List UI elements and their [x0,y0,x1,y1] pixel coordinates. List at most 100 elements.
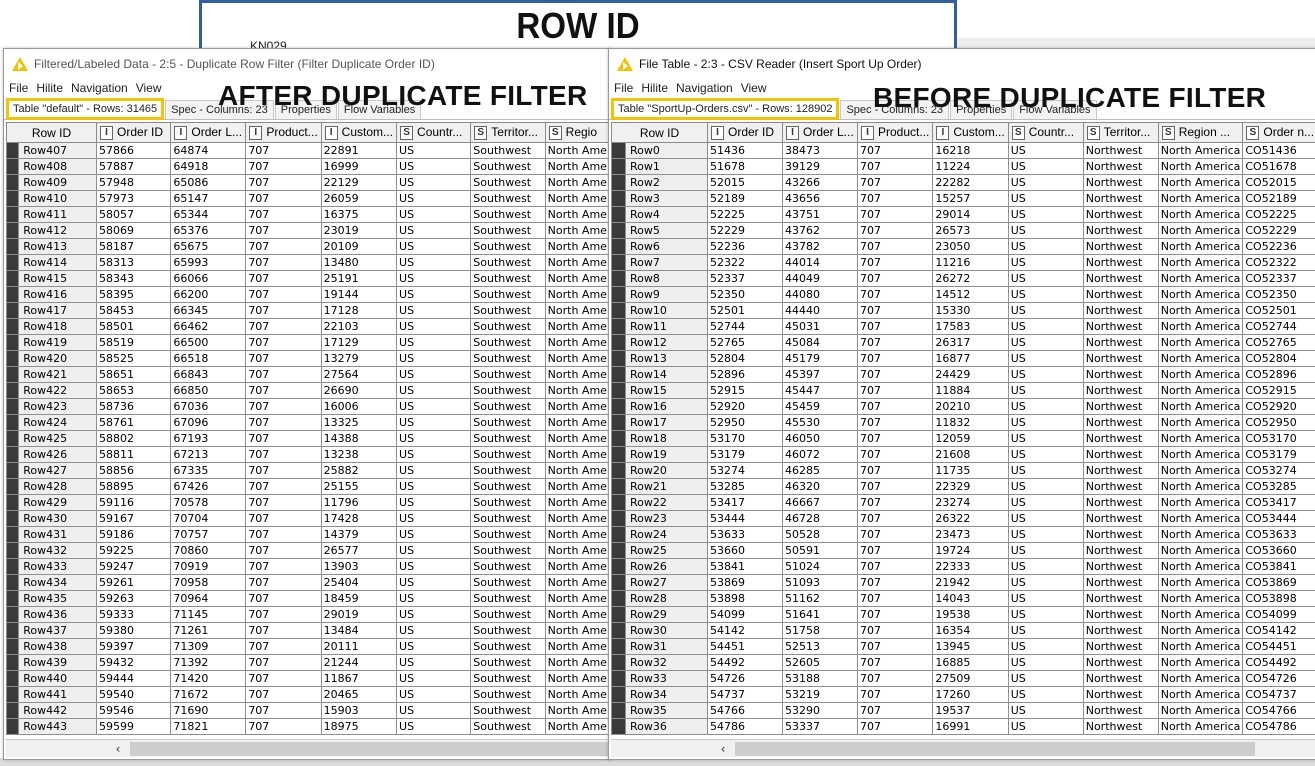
table-cell[interactable]: Northwest [1082,414,1159,431]
table-cell[interactable]: 707 [245,494,322,511]
table-cell[interactable]: 46667 [782,494,858,511]
table-cell[interactable]: 46050 [782,430,858,447]
row-id-cell[interactable]: Row415 [18,270,98,287]
table-cell[interactable]: US [1007,222,1084,239]
table-cell[interactable]: North Ame [544,542,610,559]
table-cell[interactable]: North Ame [544,334,610,351]
table-cell[interactable]: US [1007,238,1084,255]
table-cell[interactable]: 707 [856,142,934,159]
table-cell[interactable]: 53898 [707,590,783,607]
table-cell[interactable]: 53841 [707,558,783,575]
table-cell[interactable]: 71821 [170,718,247,735]
table-cell[interactable]: US [1007,574,1084,591]
table-cell[interactable]: North Ame [544,206,610,223]
table-cell[interactable]: Southwest [470,414,546,431]
window-titlebar[interactable]: Filtered/Labeled Data - 2:5 - Duplicate … [4,49,610,79]
table-cell[interactable]: North America [1157,638,1244,655]
table-cell[interactable]: 45084 [782,334,858,351]
row-id-cell[interactable]: Row27 [625,574,708,591]
table-cell[interactable]: 23473 [932,526,1009,543]
table-row[interactable]: Row23 53444 46728 707 26322 US Northwest North … [611,510,1315,527]
table-cell[interactable]: 59247 [96,558,172,575]
table-cell[interactable]: 58651 [96,366,172,383]
table-cell[interactable]: 59261 [96,574,172,591]
row-id-cell[interactable]: Row3 [625,190,708,207]
table-cell[interactable]: 66200 [170,286,247,303]
table-cell[interactable]: Southwest [470,222,546,239]
table-cell[interactable]: 71145 [170,606,247,623]
menu-file[interactable]: File [9,81,28,95]
table-cell[interactable]: CO53633 [1242,526,1315,543]
column-header[interactable]: I Custom... [320,122,398,143]
table-cell[interactable]: 707 [856,238,934,255]
table-cell[interactable]: US [396,670,472,687]
table-cell[interactable]: 707 [245,270,322,287]
table-cell[interactable]: Northwest [1082,334,1159,351]
row-id-cell[interactable]: Row409 [18,174,98,191]
table-cell[interactable]: Southwest [470,590,546,607]
table-cell[interactable]: 44049 [782,270,858,287]
table-cell[interactable]: 45031 [782,318,858,335]
table-cell[interactable]: US [1007,318,1084,335]
table-cell[interactable]: 13238 [320,446,398,463]
table-cell[interactable]: US [1007,670,1084,687]
table-cell[interactable]: 38473 [782,142,858,159]
table-cell[interactable]: 54099 [707,606,783,623]
row-id-cell[interactable]: Row442 [18,702,98,719]
table-cell[interactable]: 64874 [170,142,247,159]
table-cell[interactable]: 20111 [320,638,398,655]
row-id-cell[interactable]: Row422 [18,382,98,399]
table-cell[interactable]: CO53869 [1242,574,1315,591]
column-header[interactable]: I Order ID [96,122,172,143]
table-cell[interactable]: Southwest [470,286,546,303]
table-cell[interactable]: US [396,158,472,175]
table-cell[interactable]: 43762 [782,222,858,239]
table-cell[interactable]: 70757 [170,526,247,543]
row-id-cell[interactable]: Row23 [625,510,708,527]
table-cell[interactable]: 29014 [932,206,1009,223]
table-cell[interactable]: 53337 [782,718,858,735]
table-cell[interactable]: 707 [245,686,322,703]
table-cell[interactable]: 707 [856,654,934,671]
table-cell[interactable]: US [396,286,472,303]
table-cell[interactable]: Northwest [1082,382,1159,399]
table-cell[interactable]: Northwest [1082,254,1159,271]
table-cell[interactable]: US [396,526,472,543]
table-cell[interactable]: 707 [856,542,934,559]
table-cell[interactable]: Northwest [1082,206,1159,223]
table-cell[interactable]: 25404 [320,574,398,591]
table-cell[interactable]: 52229 [707,222,783,239]
row-id-cell[interactable]: Row35 [625,702,708,719]
table-cell[interactable]: North Ame [544,414,610,431]
table-cell[interactable]: 17260 [932,686,1009,703]
table-cell[interactable]: US [1007,462,1084,479]
table-cell[interactable]: Southwest [470,526,546,543]
table-row[interactable]: Row409 57948 65086 707 22129 US Southwest North… [6,174,610,191]
table-cell[interactable]: 58187 [96,238,172,255]
table-cell[interactable]: 19724 [932,542,1009,559]
table-cell[interactable]: North Ame [544,638,610,655]
table-cell[interactable]: Northwest [1082,462,1159,479]
table-cell[interactable]: 707 [245,558,322,575]
table-row[interactable]: Row441 59540 71672 707 20465 US Southwest North… [6,686,610,703]
table-cell[interactable]: CO54451 [1242,638,1315,655]
table-cell[interactable]: 707 [856,718,934,735]
table-cell[interactable]: 52015 [707,174,783,191]
table-cell[interactable]: US [1007,302,1084,319]
row-id-cell[interactable]: Row4 [625,206,708,223]
table-cell[interactable]: 707 [856,430,934,447]
table-cell[interactable]: 65086 [170,174,247,191]
table-cell[interactable]: Southwest [470,174,546,191]
table-cell[interactable]: US [396,590,472,607]
table-cell[interactable]: US [1007,638,1084,655]
table-cell[interactable]: US [396,254,472,271]
table-cell[interactable]: Northwest [1082,158,1159,175]
table-cell[interactable]: US [1007,142,1084,159]
table-cell[interactable]: 707 [856,318,934,335]
table-cell[interactable]: 13945 [932,638,1009,655]
table-row[interactable]: Row440 59444 71420 707 11867 US Southwest North… [6,670,610,687]
table-cell[interactable]: 707 [245,654,322,671]
table-cell[interactable]: 26322 [932,510,1009,527]
table-cell[interactable]: Northwest [1082,622,1159,639]
table-cell[interactable]: 27564 [320,366,398,383]
